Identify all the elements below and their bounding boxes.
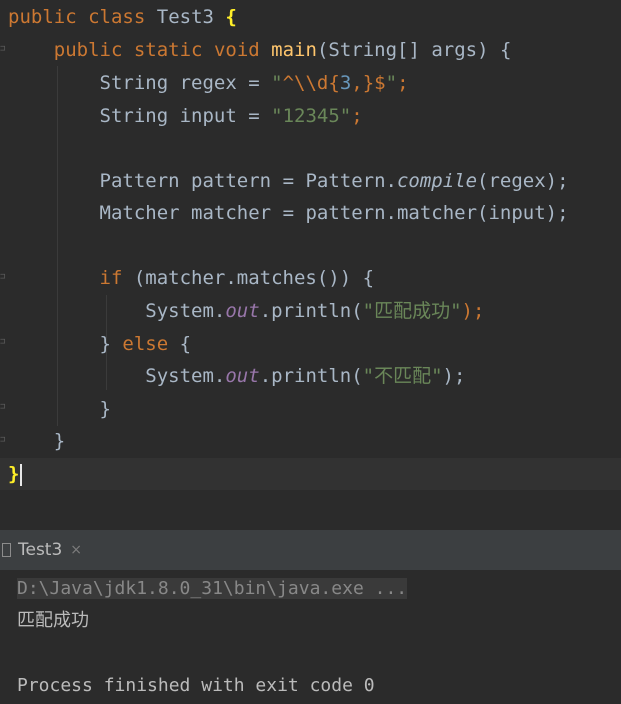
class-name: Test3	[156, 6, 214, 28]
class-ref: Pattern.	[305, 170, 397, 192]
command-text[interactable]: D:\Java\jdk1.8.0_31\bin\java.exe ...	[17, 578, 408, 599]
keyword: public	[8, 6, 77, 28]
regex-close: }$	[362, 72, 386, 94]
type: String	[99, 72, 169, 94]
call-end: );	[442, 365, 466, 387]
call-end: );	[461, 300, 485, 322]
code-line[interactable]: System.out.println("不匹配");	[8, 360, 465, 392]
regex-caret: ^	[282, 72, 295, 94]
type: Pattern	[99, 170, 180, 192]
keyword: class	[88, 6, 146, 28]
regex-escape: \\d	[294, 72, 329, 94]
operator: =	[271, 202, 306, 224]
operator: =	[236, 105, 272, 127]
method-call: .println(	[259, 300, 363, 322]
string-quote: "	[385, 72, 398, 94]
console-output: 匹配成功	[17, 610, 89, 631]
call-args: (regex);	[477, 170, 569, 192]
string-literal: "不匹配"	[362, 365, 443, 387]
console-exit-message: Process finished with exit code 0	[17, 675, 375, 696]
regex-number: 3	[339, 72, 352, 94]
current-line-highlight	[0, 458, 621, 490]
method-call: pattern.matcher(input);	[305, 202, 569, 224]
static-field: out	[225, 365, 260, 387]
method-name: main	[271, 39, 317, 61]
type: String	[99, 105, 169, 127]
semicolon: ;	[351, 105, 363, 127]
params: (String[] args) {	[316, 39, 512, 61]
brace: }	[99, 398, 111, 420]
brace: {	[168, 333, 192, 355]
console-icon	[2, 543, 11, 557]
code-line[interactable]: String input = "12345";	[8, 100, 363, 132]
code-line[interactable]: } else {	[8, 328, 192, 360]
code-line[interactable]: }	[8, 425, 65, 457]
operator: =	[271, 170, 306, 192]
method-call: .println(	[259, 365, 363, 387]
code-line[interactable]: if (matcher.matches()) {	[8, 262, 375, 294]
matched-brace: }	[8, 463, 20, 485]
tab-label: Test3	[18, 540, 63, 560]
operator: =	[236, 72, 272, 94]
variable: regex	[179, 72, 237, 94]
string-literal: "12345"	[271, 105, 352, 127]
brace: }	[99, 333, 111, 355]
code-line[interactable]: }	[8, 393, 111, 425]
keyword: static	[133, 39, 203, 61]
static-method: compile	[396, 170, 478, 192]
editor-gutter: ⊐ ⊐ ⊐ ⊐ ⊐	[0, 0, 8, 530]
code-line[interactable]: Pattern pattern = Pattern.compile(regex)…	[8, 165, 569, 197]
fold-icon[interactable]: ⊐	[0, 436, 7, 445]
keyword: void	[213, 39, 260, 61]
close-icon[interactable]: ×	[70, 542, 82, 558]
string-quote: "	[271, 72, 283, 94]
tab-test3[interactable]: Test3 ×	[0, 530, 100, 570]
run-tab-bar: Test3 ×	[0, 530, 621, 570]
class-ref: System.	[145, 300, 226, 322]
static-field: out	[225, 300, 260, 322]
code-line[interactable]: }	[8, 458, 23, 490]
string-literal: "匹配成功"	[362, 300, 462, 322]
matched-brace: {	[225, 6, 237, 28]
fold-icon[interactable]: ⊐	[0, 45, 7, 54]
text-caret	[20, 463, 23, 486]
variable: input	[179, 105, 237, 127]
fold-icon[interactable]: ⊐	[0, 403, 7, 412]
keyword: public	[53, 39, 123, 61]
code-line[interactable]: String regex = "^\\d{3,}$";	[8, 67, 409, 99]
keyword: else	[122, 333, 169, 355]
keyword: if	[99, 267, 123, 289]
if-condition: (matcher.matches()) {	[122, 267, 375, 289]
code-line[interactable]: Matcher matcher = pattern.matcher(input)…	[8, 197, 569, 229]
variable: pattern	[191, 170, 272, 192]
class-ref: System.	[145, 365, 226, 387]
regex-comma: ,	[351, 72, 363, 94]
code-line[interactable]: System.out.println("匹配成功");	[8, 295, 484, 327]
console-command[interactable]: D:\Java\jdk1.8.0_31\bin\java.exe ...	[17, 573, 408, 605]
fold-icon[interactable]: ⊐	[0, 338, 7, 347]
regex-brace: {	[328, 72, 340, 94]
code-editor[interactable]: ⊐ ⊐ ⊐ ⊐ ⊐ public class Test3 { public st…	[0, 0, 621, 530]
variable: matcher	[191, 202, 272, 224]
type: Matcher	[99, 202, 180, 224]
code-line[interactable]: public class Test3 {	[8, 1, 237, 33]
run-panel: Test3 × D:\Java\jdk1.8.0_31\bin\java.exe…	[0, 530, 621, 704]
fold-icon[interactable]: ⊐	[0, 273, 7, 282]
code-line[interactable]: public static void main(String[] args) {	[8, 34, 512, 66]
semicolon: ;	[397, 72, 409, 94]
brace: }	[53, 430, 66, 452]
